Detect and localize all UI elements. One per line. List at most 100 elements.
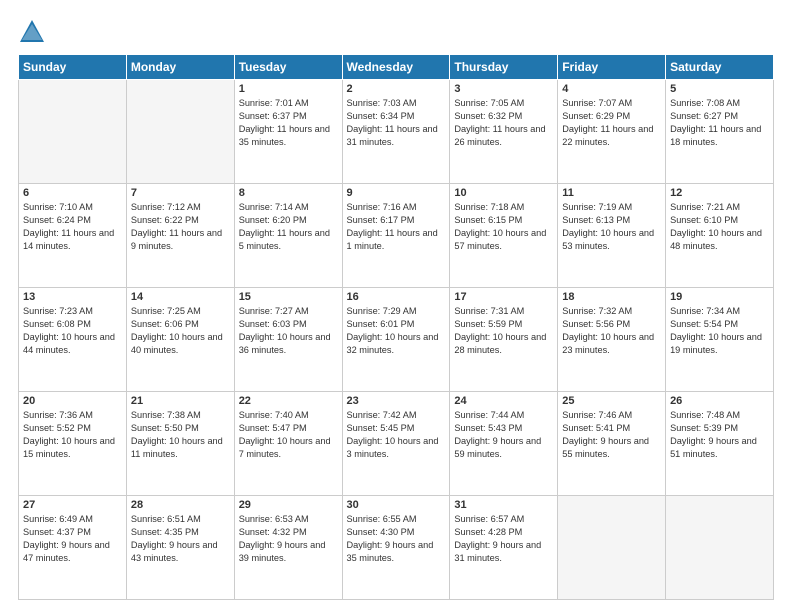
week-row-3: 20 Sunrise: 7:36 AMSunset: 5:52 PMDayligh…	[19, 392, 774, 496]
cell-4-3: 30 Sunrise: 6:55 AMSunset: 4:30 PMDayligh…	[342, 496, 450, 600]
day-number: 7	[131, 187, 230, 199]
cell-info: Sunrise: 7:32 AMSunset: 5:56 PMDaylight:…	[562, 305, 661, 357]
cell-3-2: 22 Sunrise: 7:40 AMSunset: 5:47 PMDayligh…	[234, 392, 342, 496]
cell-info: Sunrise: 7:05 AMSunset: 6:32 PMDaylight:…	[454, 97, 553, 149]
cell-1-4: 10 Sunrise: 7:18 AMSunset: 6:15 PMDayligh…	[450, 184, 558, 288]
cell-3-5: 25 Sunrise: 7:46 AMSunset: 5:41 PMDayligh…	[558, 392, 666, 496]
header-row: SundayMondayTuesdayWednesdayThursdayFrid…	[19, 55, 774, 80]
cell-info: Sunrise: 7:18 AMSunset: 6:15 PMDaylight:…	[454, 201, 553, 253]
day-number: 17	[454, 291, 553, 303]
header	[18, 18, 774, 46]
cell-1-5: 11 Sunrise: 7:19 AMSunset: 6:13 PMDayligh…	[558, 184, 666, 288]
day-number: 19	[670, 291, 769, 303]
cell-2-4: 17 Sunrise: 7:31 AMSunset: 5:59 PMDayligh…	[450, 288, 558, 392]
day-number: 15	[239, 291, 338, 303]
day-number: 23	[347, 395, 446, 407]
cell-4-5	[558, 496, 666, 600]
cell-info: Sunrise: 6:51 AMSunset: 4:35 PMDaylight:…	[131, 513, 230, 565]
day-number: 12	[670, 187, 769, 199]
logo	[18, 18, 50, 46]
col-header-saturday: Saturday	[666, 55, 774, 80]
cell-info: Sunrise: 6:55 AMSunset: 4:30 PMDaylight:…	[347, 513, 446, 565]
day-number: 1	[239, 83, 338, 95]
cell-info: Sunrise: 7:23 AMSunset: 6:08 PMDaylight:…	[23, 305, 122, 357]
cell-info: Sunrise: 7:12 AMSunset: 6:22 PMDaylight:…	[131, 201, 230, 253]
cell-info: Sunrise: 7:19 AMSunset: 6:13 PMDaylight:…	[562, 201, 661, 253]
cell-2-0: 13 Sunrise: 7:23 AMSunset: 6:08 PMDayligh…	[19, 288, 127, 392]
cell-info: Sunrise: 7:46 AMSunset: 5:41 PMDaylight:…	[562, 409, 661, 461]
cell-info: Sunrise: 7:29 AMSunset: 6:01 PMDaylight:…	[347, 305, 446, 357]
col-header-monday: Monday	[126, 55, 234, 80]
col-header-tuesday: Tuesday	[234, 55, 342, 80]
day-number: 21	[131, 395, 230, 407]
week-row-2: 13 Sunrise: 7:23 AMSunset: 6:08 PMDayligh…	[19, 288, 774, 392]
cell-info: Sunrise: 7:14 AMSunset: 6:20 PMDaylight:…	[239, 201, 338, 253]
cell-1-6: 12 Sunrise: 7:21 AMSunset: 6:10 PMDayligh…	[666, 184, 774, 288]
week-row-4: 27 Sunrise: 6:49 AMSunset: 4:37 PMDayligh…	[19, 496, 774, 600]
day-number: 5	[670, 83, 769, 95]
col-header-friday: Friday	[558, 55, 666, 80]
day-number: 24	[454, 395, 553, 407]
cell-info: Sunrise: 7:31 AMSunset: 5:59 PMDaylight:…	[454, 305, 553, 357]
cell-info: Sunrise: 6:53 AMSunset: 4:32 PMDaylight:…	[239, 513, 338, 565]
cell-4-2: 29 Sunrise: 6:53 AMSunset: 4:32 PMDayligh…	[234, 496, 342, 600]
day-number: 2	[347, 83, 446, 95]
day-number: 30	[347, 499, 446, 511]
cell-info: Sunrise: 7:25 AMSunset: 6:06 PMDaylight:…	[131, 305, 230, 357]
cell-0-1	[126, 80, 234, 184]
week-row-0: 1 Sunrise: 7:01 AMSunset: 6:37 PMDaylight…	[19, 80, 774, 184]
page: SundayMondayTuesdayWednesdayThursdayFrid…	[0, 0, 792, 612]
day-number: 27	[23, 499, 122, 511]
cell-info: Sunrise: 7:27 AMSunset: 6:03 PMDaylight:…	[239, 305, 338, 357]
day-number: 13	[23, 291, 122, 303]
cell-3-0: 20 Sunrise: 7:36 AMSunset: 5:52 PMDayligh…	[19, 392, 127, 496]
day-number: 16	[347, 291, 446, 303]
cell-info: Sunrise: 7:48 AMSunset: 5:39 PMDaylight:…	[670, 409, 769, 461]
cell-2-2: 15 Sunrise: 7:27 AMSunset: 6:03 PMDayligh…	[234, 288, 342, 392]
cell-3-1: 21Sunrise: 7:38 AMSunset: 5:50 PMDayligh…	[126, 392, 234, 496]
col-header-thursday: Thursday	[450, 55, 558, 80]
day-number: 25	[562, 395, 661, 407]
cell-2-1: 14 Sunrise: 7:25 AMSunset: 6:06 PMDayligh…	[126, 288, 234, 392]
week-row-1: 6 Sunrise: 7:10 AMSunset: 6:24 PMDaylight…	[19, 184, 774, 288]
day-number: 14	[131, 291, 230, 303]
calendar: SundayMondayTuesdayWednesdayThursdayFrid…	[18, 54, 774, 600]
cell-info: Sunrise: 7:01 AMSunset: 6:37 PMDaylight:…	[239, 97, 338, 149]
day-number: 10	[454, 187, 553, 199]
cell-0-3: 2Sunrise: 7:03 AMSunset: 6:34 PMDaylight…	[342, 80, 450, 184]
cell-0-5: 4 Sunrise: 7:07 AMSunset: 6:29 PMDaylight…	[558, 80, 666, 184]
day-number: 31	[454, 499, 553, 511]
day-number: 18	[562, 291, 661, 303]
day-number: 11	[562, 187, 661, 199]
day-number: 22	[239, 395, 338, 407]
cell-info: Sunrise: 7:07 AMSunset: 6:29 PMDaylight:…	[562, 97, 661, 149]
day-number: 29	[239, 499, 338, 511]
cell-info: Sunrise: 7:10 AMSunset: 6:24 PMDaylight:…	[23, 201, 122, 253]
day-number: 4	[562, 83, 661, 95]
cell-0-0	[19, 80, 127, 184]
cell-3-6: 26 Sunrise: 7:48 AMSunset: 5:39 PMDayligh…	[666, 392, 774, 496]
day-number: 20	[23, 395, 122, 407]
cell-info: Sunrise: 7:08 AMSunset: 6:27 PMDaylight:…	[670, 97, 769, 149]
cell-info: Sunrise: 7:42 AMSunset: 5:45 PMDaylight:…	[347, 409, 446, 461]
cell-4-0: 27 Sunrise: 6:49 AMSunset: 4:37 PMDayligh…	[19, 496, 127, 600]
cell-2-6: 19Sunrise: 7:34 AMSunset: 5:54 PMDayligh…	[666, 288, 774, 392]
cell-info: Sunrise: 6:57 AMSunset: 4:28 PMDaylight:…	[454, 513, 553, 565]
cell-info: Sunrise: 6:49 AMSunset: 4:37 PMDaylight:…	[23, 513, 122, 565]
cell-4-6	[666, 496, 774, 600]
cell-0-6: 5 Sunrise: 7:08 AMSunset: 6:27 PMDaylight…	[666, 80, 774, 184]
cell-4-1: 28 Sunrise: 6:51 AMSunset: 4:35 PMDayligh…	[126, 496, 234, 600]
day-number: 28	[131, 499, 230, 511]
cell-0-2: 1 Sunrise: 7:01 AMSunset: 6:37 PMDaylight…	[234, 80, 342, 184]
cell-4-4: 31 Sunrise: 6:57 AMSunset: 4:28 PMDayligh…	[450, 496, 558, 600]
day-number: 9	[347, 187, 446, 199]
day-number: 26	[670, 395, 769, 407]
day-number: 6	[23, 187, 122, 199]
cell-info: Sunrise: 7:40 AMSunset: 5:47 PMDaylight:…	[239, 409, 338, 461]
day-number: 8	[239, 187, 338, 199]
cell-info: Sunrise: 7:44 AMSunset: 5:43 PMDaylight:…	[454, 409, 553, 461]
cell-info: Sunrise: 7:36 AMSunset: 5:52 PMDaylight:…	[23, 409, 122, 461]
cell-info: Sunrise: 7:21 AMSunset: 6:10 PMDaylight:…	[670, 201, 769, 253]
cell-0-4: 3Sunrise: 7:05 AMSunset: 6:32 PMDaylight…	[450, 80, 558, 184]
cell-3-4: 24 Sunrise: 7:44 AMSunset: 5:43 PMDayligh…	[450, 392, 558, 496]
